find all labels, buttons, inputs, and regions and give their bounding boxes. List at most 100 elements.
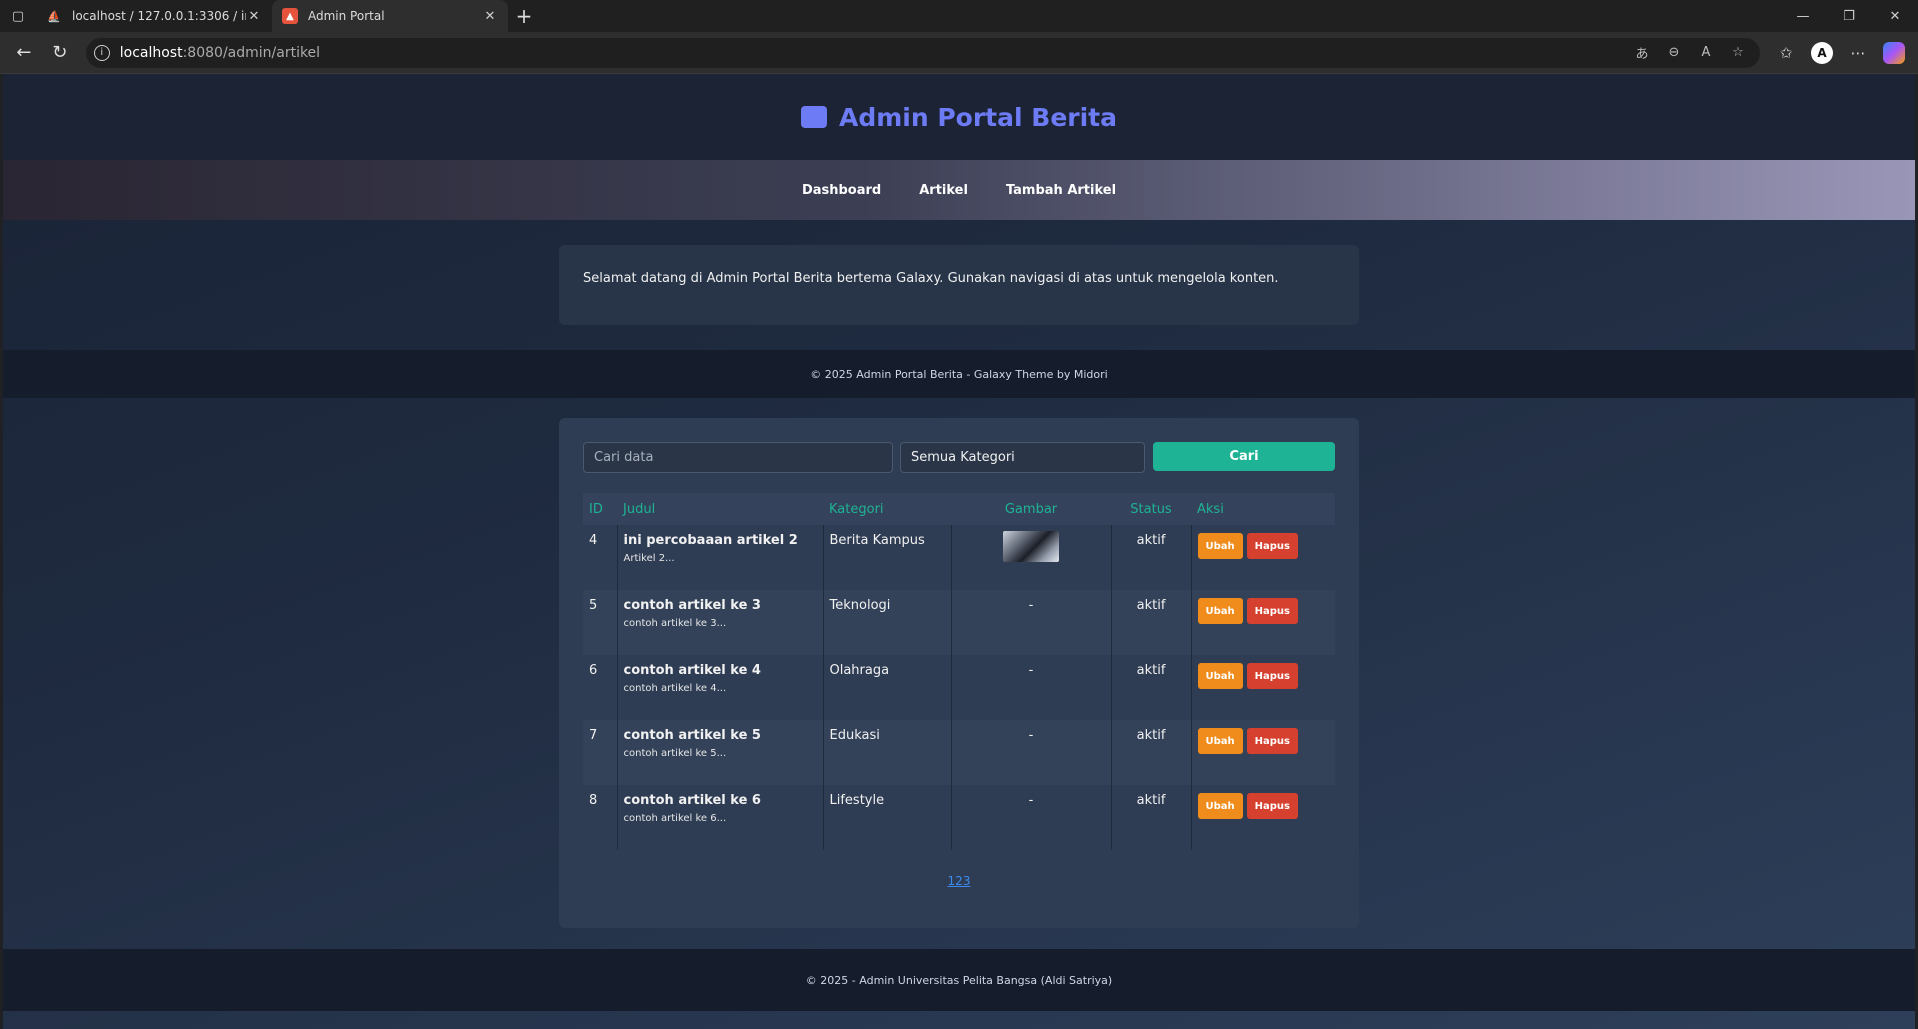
cell-aksi: Ubah Hapus — [1190, 785, 1335, 850]
article-excerpt: contoh artikel ke 3... — [623, 618, 727, 629]
close-tab-icon[interactable]: ✕ — [482, 9, 498, 24]
cell-gambar: - — [950, 720, 1111, 785]
article-excerpt: contoh artikel ke 6... — [623, 813, 727, 824]
zoom-icon[interactable]: ⊖ — [1660, 39, 1688, 67]
cell-aksi: Ubah Hapus — [1190, 525, 1335, 590]
delete-button[interactable]: Hapus — [1246, 598, 1299, 624]
pagination-links[interactable]: 123 — [948, 874, 971, 888]
cell-gambar — [950, 525, 1111, 590]
nav-tambah-artikel[interactable]: Tambah Artikel — [1006, 183, 1116, 198]
cell-kategori: Teknologi — [822, 590, 951, 655]
cell-status: aktif — [1110, 785, 1191, 850]
close-window-icon[interactable]: ✕ — [1872, 0, 1918, 32]
cell-judul: contoh artikel ke 6 contoh artikel ke 6..… — [616, 785, 823, 850]
table-row: 6 contoh artikel ke 4 contoh artikel ke 4… — [583, 655, 1335, 720]
tab-title: localhost / 127.0.0.1:3306 / invent — [72, 9, 246, 23]
favorite-star-icon[interactable]: ☆ — [1724, 39, 1752, 67]
favorites-icon[interactable]: ✩ — [1768, 37, 1804, 69]
site-title-text: Admin Portal Berita — [838, 102, 1117, 132]
minimize-icon[interactable]: — — [1780, 0, 1826, 32]
page-footer: © 2025 - Admin Universitas Pelita Bangsa… — [3, 949, 1915, 1011]
delete-button[interactable]: Hapus — [1246, 728, 1299, 754]
url-text: localhost:8080/admin/artikel — [119, 44, 321, 61]
article-list-card: Semua Kategori Cari ID Judul Kategori Ga… — [559, 418, 1359, 928]
tab-title: Admin Portal — [308, 9, 385, 23]
nav-dashboard[interactable]: Dashboard — [802, 183, 881, 198]
cell-id: 4 — [589, 533, 598, 548]
edit-button[interactable]: Ubah — [1197, 663, 1243, 689]
new-tab-icon[interactable]: + — [508, 0, 540, 32]
article-table: ID Judul Kategori Gambar Status Aksi 4 i… — [583, 493, 1335, 850]
cell-judul: contoh artikel ke 3 contoh artikel ke 3..… — [616, 590, 823, 655]
site-info-icon[interactable]: i — [93, 44, 110, 61]
cell-gambar: - — [950, 655, 1111, 720]
translate-icon[interactable]: あ — [1628, 39, 1656, 67]
delete-button[interactable]: Hapus — [1246, 533, 1299, 559]
delete-button[interactable]: Hapus — [1246, 663, 1299, 689]
cell-id: 5 — [589, 598, 598, 613]
cell-id: 6 — [589, 663, 598, 678]
search-button[interactable]: Cari — [1153, 442, 1335, 471]
browser-tab-admin-portal[interactable]: ▲ Admin Portal ✕ — [272, 0, 508, 32]
cell-aksi: Ubah Hapus — [1190, 720, 1335, 785]
col-aksi: Aksi — [1197, 501, 1224, 517]
read-aloud-icon[interactable]: A — [1692, 39, 1720, 67]
table-row: 7 contoh artikel ke 5 contoh artikel ke 5… — [583, 720, 1335, 785]
article-title: contoh artikel ke 6 — [623, 793, 761, 808]
col-gambar: Gambar — [1004, 501, 1058, 517]
site-header: Admin Portal Berita — [3, 74, 1915, 160]
copilot-icon[interactable] — [1883, 41, 1905, 64]
article-title: contoh artikel ke 4 — [623, 663, 761, 678]
category-select[interactable]: Semua Kategori — [900, 442, 1145, 473]
col-id: ID — [589, 501, 603, 517]
cell-gambar: - — [950, 785, 1111, 850]
table-row: 8 contoh artikel ke 6 contoh artikel ke 6… — [583, 785, 1335, 850]
refresh-icon[interactable]: ↻ — [42, 37, 78, 69]
phpmyadmin-icon: ⛵ — [47, 9, 61, 23]
edit-button[interactable]: Ubah — [1197, 728, 1243, 754]
page-title: Admin Portal Berita — [800, 102, 1117, 132]
window-controls: — ❐ ✕ — [1780, 0, 1918, 32]
search-input[interactable] — [583, 442, 893, 473]
edit-button[interactable]: Ubah — [1197, 533, 1243, 559]
browser-tab-bar: ▢ ⛵ localhost / 127.0.0.1:3306 / invent … — [0, 0, 1918, 32]
cell-gambar: - — [950, 590, 1111, 655]
cell-kategori: Lifestyle — [822, 785, 951, 850]
close-tab-icon[interactable]: ✕ — [246, 9, 262, 24]
edit-button[interactable]: Ubah — [1197, 793, 1243, 819]
pagination: 123 — [559, 874, 1359, 888]
cell-id: 7 — [589, 728, 598, 743]
browser-tab-phpmyadmin[interactable]: ⛵ localhost / 127.0.0.1:3306 / invent ✕ — [36, 0, 272, 32]
restore-icon[interactable]: ❐ — [1826, 0, 1872, 32]
more-menu-icon[interactable]: ⋯ — [1840, 37, 1876, 69]
cell-judul: ini percobaaan artikel 2 Artikel 2... — [616, 525, 823, 590]
table-row: 5 contoh artikel ke 3 contoh artikel ke 3… — [583, 590, 1335, 655]
col-status: Status — [1130, 501, 1172, 517]
main-nav: Dashboard Artikel Tambah Artikel — [3, 160, 1915, 220]
article-excerpt: contoh artikel ke 5... — [623, 748, 727, 759]
article-title: contoh artikel ke 5 — [623, 728, 761, 743]
cell-judul: contoh artikel ke 4 contoh artikel ke 4..… — [616, 655, 823, 720]
nav-artikel[interactable]: Artikel — [919, 183, 968, 198]
cell-kategori: Olahraga — [822, 655, 951, 720]
article-title: ini percobaaan artikel 2 — [623, 533, 798, 548]
col-judul: Judul — [623, 501, 656, 517]
address-bar[interactable]: i localhost:8080/admin/artikel あ ⊖ A ☆ — [85, 37, 1760, 68]
cell-judul: contoh artikel ke 5 contoh artikel ke 5..… — [616, 720, 823, 785]
browser-toolbar: ← ↻ i localhost:8080/admin/artikel あ ⊖ A… — [0, 32, 1918, 74]
article-excerpt: Artikel 2... — [623, 553, 675, 564]
welcome-box: Selamat datang di Admin Portal Berita be… — [559, 245, 1359, 325]
delete-button[interactable]: Hapus — [1246, 793, 1299, 819]
profile-avatar-icon[interactable]: A — [1811, 41, 1833, 64]
article-thumbnail — [1003, 531, 1059, 562]
table-header-row: ID Judul Kategori Gambar Status Aksi — [583, 493, 1335, 525]
edit-button[interactable]: Ubah — [1197, 598, 1243, 624]
article-title: contoh artikel ke 3 — [623, 598, 761, 613]
tab-actions-icon[interactable]: ▢ — [0, 0, 36, 32]
cell-aksi: Ubah Hapus — [1190, 655, 1335, 720]
table-row: 4 ini percobaaan artikel 2 Artikel 2... B… — [583, 525, 1335, 590]
cell-id: 8 — [589, 793, 598, 808]
page-viewport: Admin Portal Berita Dashboard Artikel Ta… — [3, 74, 1915, 1029]
back-icon[interactable]: ← — [6, 37, 42, 69]
cell-status: aktif — [1110, 590, 1191, 655]
